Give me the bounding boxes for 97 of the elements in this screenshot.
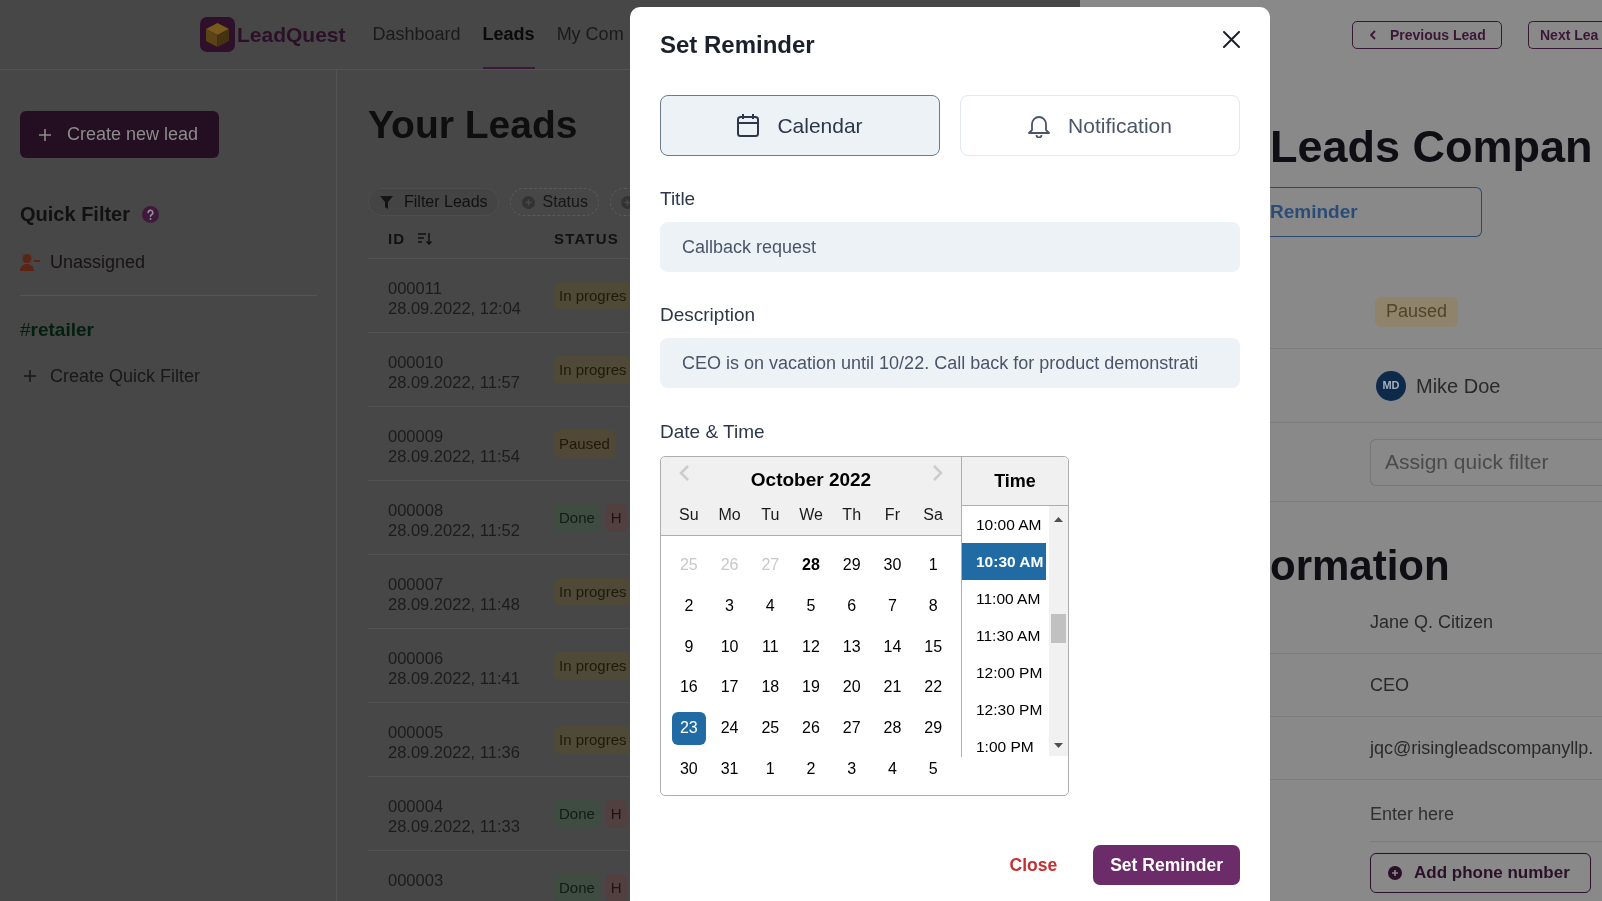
weekday-label: Mo: [718, 505, 741, 525]
calendar-day[interactable]: 22: [916, 670, 951, 704]
calendar-day[interactable]: 6: [834, 589, 869, 623]
lead-company-title: Leads Compan: [1270, 121, 1593, 173]
plus-circle-icon: [521, 195, 535, 209]
calendar-day[interactable]: 3: [712, 589, 747, 623]
calendar-day[interactable]: 7: [875, 589, 910, 623]
calendar-day[interactable]: 21: [875, 670, 910, 704]
calendar-day[interactable]: 27: [834, 711, 869, 745]
time-slot[interactable]: 11:00 AM: [962, 580, 1046, 617]
calendar-day[interactable]: 9: [671, 630, 706, 664]
calendar-day[interactable]: 28: [794, 548, 828, 582]
field-label: Date & Time: [660, 420, 765, 444]
assignee-name: Mike Doe: [1416, 373, 1501, 399]
weekday-label: Tu: [761, 505, 780, 525]
dialog-title: Set Reminder: [660, 31, 815, 59]
time-slot[interactable]: 12:30 PM: [962, 691, 1046, 728]
filter-icon: [380, 195, 393, 209]
calendar-day[interactable]: 4: [875, 752, 910, 786]
set-reminder-button[interactable]: Set Reminder: [1093, 845, 1240, 885]
create-lead-button[interactable]: Create new lead: [20, 111, 219, 158]
time-slot[interactable]: 10:30 AM: [962, 543, 1046, 580]
calendar-day[interactable]: 3: [834, 752, 869, 786]
calendar-day[interactable]: 30: [671, 752, 706, 786]
calendar-day[interactable]: 26: [794, 711, 828, 745]
month-label: October 2022: [750, 468, 872, 492]
scroll-up-icon[interactable]: [1054, 517, 1063, 522]
contact-value: Jane Q. Citizen: [1370, 610, 1494, 634]
time-slot[interactable]: 12:00 PM: [962, 654, 1046, 691]
calendar-day[interactable]: 2: [794, 752, 828, 786]
calendar-day[interactable]: 8: [916, 589, 951, 623]
calendar-day[interactable]: 16: [671, 670, 706, 704]
plus-circle-icon: [1388, 866, 1402, 880]
date-picker[interactable]: [660, 456, 1069, 796]
calendar-day[interactable]: 4: [753, 589, 788, 623]
calendar-day[interactable]: 20: [834, 670, 869, 704]
calendar-day[interactable]: 18: [753, 670, 788, 704]
calendar-day[interactable]: 12: [794, 630, 828, 664]
bell-icon: [1028, 113, 1051, 138]
calendar-day[interactable]: 1: [916, 548, 951, 582]
calendar-day[interactable]: 10: [712, 630, 747, 664]
scroll-down-icon[interactable]: [1054, 743, 1063, 748]
section-title: ormation: [1270, 541, 1450, 591]
text-input[interactable]: Callback request: [660, 222, 1240, 272]
contact-value: jqc@risingleadscompanyllp.: [1370, 736, 1594, 760]
close-button[interactable]: Close: [1009, 851, 1058, 879]
calendar-day[interactable]: 11: [753, 630, 788, 664]
calendar-day[interactable]: 24: [712, 711, 747, 745]
calendar-day[interactable]: 5: [794, 589, 828, 623]
help-icon[interactable]: [142, 205, 160, 223]
chevron-left-icon: [1370, 30, 1376, 40]
calendar-day[interactable]: 25: [753, 711, 788, 745]
input-field[interactable]: Enter here: [1370, 788, 1602, 842]
scrollbar[interactable]: [1049, 506, 1068, 756]
calendar-day[interactable]: 13: [834, 630, 869, 664]
calendar-day[interactable]: 2: [671, 589, 706, 623]
text-input[interactable]: CEO is on vacation until 10/22. Call back for product demonstrati: [660, 338, 1240, 388]
weekday-label: We: [799, 505, 823, 525]
weekday-label: Fr: [884, 505, 900, 525]
user-minus-icon: [20, 253, 40, 271]
reminder-type-tab[interactable]: Notification: [960, 95, 1240, 156]
weekday-label: Th: [842, 505, 862, 525]
field-label: Title: [660, 187, 696, 211]
calendar-day[interactable]: 15: [916, 630, 951, 664]
calendar-icon: [737, 114, 760, 137]
calendar-day[interactable]: 19: [794, 670, 828, 704]
page-title: Your Leads: [368, 102, 578, 148]
calendar-day[interactable]: 29: [916, 711, 951, 745]
time-slot[interactable]: 10:00 AM: [962, 506, 1046, 543]
reminder-type-tab[interactable]: Calendar: [660, 95, 940, 156]
calendar-day[interactable]: 30: [875, 548, 910, 582]
calendar-day[interactable]: 23: [671, 711, 706, 745]
scrollbar-thumb[interactable]: [1051, 614, 1066, 643]
logo-icon: [200, 17, 235, 52]
contact-value: CEO: [1370, 673, 1409, 697]
plus-icon: [24, 370, 36, 382]
add-phone-button[interactable]: Add phone number: [1370, 853, 1591, 893]
calendar-day[interactable]: 1: [753, 752, 788, 786]
close-icon[interactable]: [1223, 31, 1240, 48]
time-slot[interactable]: 1:00 PM: [962, 728, 1046, 756]
weekday-label: Su: [679, 505, 699, 525]
time-header: Time: [962, 457, 1068, 506]
time-slot[interactable]: 11:30 AM: [962, 617, 1046, 654]
calendar-day[interactable]: 28: [875, 711, 910, 745]
previous-lead-button[interactable]: Previous Lead: [1352, 21, 1502, 49]
calendar-day[interactable]: 17: [712, 670, 747, 704]
user-avatar: MD: [1376, 370, 1406, 401]
calendar-day[interactable]: 31: [712, 752, 747, 786]
field-label: Description: [660, 303, 756, 327]
next-lead-button[interactable]: Next Lea: [1528, 21, 1602, 49]
plus-icon: [39, 128, 51, 141]
status-badge: Paused: [1375, 296, 1459, 327]
weekday-label: Sa: [923, 505, 943, 525]
calendar-day[interactable]: 14: [875, 630, 910, 664]
input-field[interactable]: Assign quick filter: [1370, 438, 1602, 486]
calendar-day[interactable]: 29: [834, 548, 869, 582]
calendar-day[interactable]: 5: [916, 752, 951, 786]
